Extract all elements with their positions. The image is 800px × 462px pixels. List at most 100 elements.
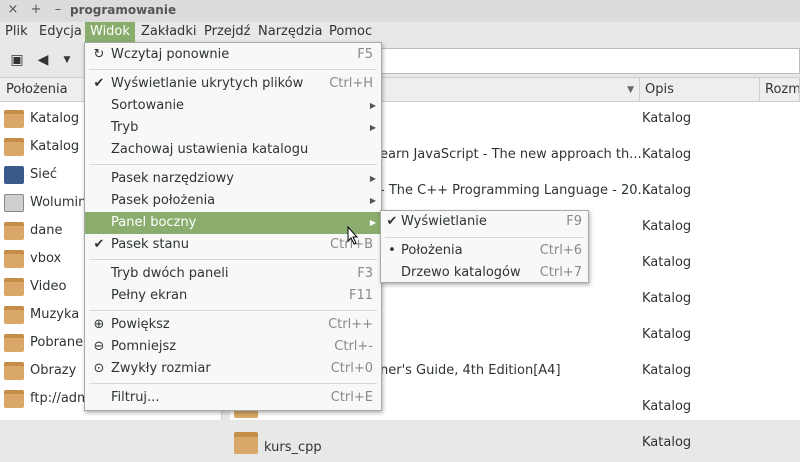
sidebar-item-label: Sieć	[30, 167, 58, 182]
sidebar-item-label: Wolumin	[30, 195, 87, 210]
column-header-size[interactable]: Rozmi	[760, 78, 800, 102]
file-description: Katalog	[642, 219, 692, 234]
close-icon[interactable]: ×	[6, 3, 20, 17]
view-menu-item-label: Filtruj...	[111, 390, 160, 405]
zoom-in-icon: ⊕	[93, 317, 105, 332]
file-description: Katalog	[642, 255, 692, 270]
file-description: Katalog	[642, 399, 692, 414]
view-menu-item-label: Zwykły rozmiar	[111, 361, 211, 376]
folder-icon	[4, 362, 24, 380]
view-menu-item[interactable]: ✔ Pasek stanu Ctrl+B	[85, 234, 381, 256]
side-panel-submenu-item[interactable]: ✔ Wyświetlanie F9	[381, 211, 588, 233]
view-menu-dropdown: ↻ Wczytaj ponownie F5 ✔ Wyświetlanie ukrytyc…	[84, 42, 382, 411]
network-icon	[4, 166, 24, 184]
menu-separator	[385, 237, 584, 238]
menu-zakladki[interactable]: Zakładki	[136, 22, 201, 42]
view-menu-item[interactable]: ⊙ Zwykły rozmiar Ctrl+0	[85, 358, 381, 380]
view-menu-item-label: Pomniejsz	[111, 339, 177, 354]
view-menu-item[interactable]: Pasek położenia ▶	[85, 190, 381, 212]
side-panel-submenu-accelerator: Ctrl+6	[539, 243, 582, 258]
view-menu-item[interactable]: Pełny ekran F11	[85, 285, 381, 307]
view-menu-item[interactable]: ↻ Wczytaj ponownie F5	[85, 44, 381, 66]
home-folder-icon	[4, 110, 24, 128]
view-menu-item[interactable]: Tryb dwóch paneli F3	[85, 263, 381, 285]
submenu-arrow-icon: ▶	[369, 174, 376, 183]
file-description: Katalog	[642, 147, 692, 162]
file-description: Katalog	[642, 291, 692, 306]
view-menu-item-label: Pasek stanu	[111, 237, 189, 252]
minimize-icon[interactable]: –	[51, 3, 65, 17]
new-tab-icon[interactable]: ▣	[8, 52, 26, 68]
window-title: programowanie	[70, 3, 177, 17]
file-row[interactable]: kurs_cpp Katalog	[230, 426, 800, 462]
sidebar-item-label: Pobrane	[30, 335, 84, 350]
location-bar[interactable]	[374, 48, 800, 74]
view-menu-item[interactable]: Filtruj... Ctrl+E	[85, 387, 381, 409]
sidebar-item-label: Muzyka	[30, 307, 80, 322]
back-arrow-icon[interactable]: ◀	[34, 52, 52, 68]
view-menu-item-label: Pełny ekran	[111, 288, 188, 303]
menu-narzedzia[interactable]: Narzędzia	[253, 22, 328, 42]
menu-edycja[interactable]: Edycja	[34, 22, 87, 42]
sidebar-item-label: Katalog g	[30, 139, 92, 154]
menu-separator	[89, 383, 377, 384]
side-panel-submenu-item[interactable]: Drzewo katalogów Ctrl+7	[381, 262, 588, 284]
file-description: Katalog	[642, 183, 692, 198]
column-header-desc[interactable]: Opis	[640, 78, 760, 102]
view-menu-item-label: Sortowanie	[111, 98, 185, 113]
view-menu-item[interactable]: ⊕ Powiększ Ctrl++	[85, 314, 381, 336]
file-name: earn JavaScript - The new approach th...	[380, 147, 642, 162]
file-description: Katalog	[642, 435, 692, 450]
title-bar: × + – programowanie	[0, 0, 800, 22]
zoom-normal-icon: ⊙	[93, 361, 105, 376]
view-menu-item-label: Wyświetlanie ukrytych plików	[111, 76, 304, 91]
view-menu-item[interactable]: Pasek narzędziowy ▶	[85, 168, 381, 190]
menu-separator	[89, 69, 377, 70]
side-panel-submenu: ✔ Wyświetlanie F9 • Położenia Ctrl+6 Drzewo ka…	[380, 210, 589, 283]
menu-separator	[89, 164, 377, 165]
view-menu-item[interactable]: Panel boczny ▶	[85, 212, 381, 234]
view-menu-item[interactable]: ✔ Wyświetlanie ukrytych plików Ctrl+H	[85, 73, 381, 95]
sidebar-item-label: Obrazy	[30, 363, 77, 378]
maximize-icon[interactable]: +	[29, 3, 43, 17]
view-menu-item-label: Pasek położenia	[111, 193, 216, 208]
menu-pomoc[interactable]: Pomoc	[324, 22, 377, 42]
side-panel-submenu-item[interactable]: • Położenia Ctrl+6	[381, 240, 588, 262]
submenu-arrow-icon: ▶	[369, 196, 376, 205]
view-menu-item-accelerator: Ctrl+H	[329, 76, 373, 91]
file-name: ner's Guide, 4th Edition[A4]	[380, 363, 561, 378]
submenu-arrow-icon: ▶	[369, 123, 376, 132]
side-panel-submenu-label: Położenia	[401, 243, 463, 258]
folder-icon	[234, 432, 258, 454]
menu-widok[interactable]: Widok	[85, 22, 135, 42]
view-menu-item[interactable]: Sortowanie ▶	[85, 95, 381, 117]
view-menu-item[interactable]: Tryb ▶	[85, 117, 381, 139]
sidebar-item-label: Katalog d	[30, 111, 92, 126]
folder-icon	[4, 306, 24, 324]
folder-icon	[4, 334, 24, 352]
view-menu-item-label: Panel boczny	[111, 215, 197, 230]
view-menu-item[interactable]: ⊖ Pomniejsz Ctrl+-	[85, 336, 381, 358]
view-menu-item-accelerator: Ctrl+0	[330, 361, 373, 376]
back-history-dropdown-icon[interactable]: ▼	[58, 52, 76, 68]
menu-separator	[89, 310, 377, 311]
sidebar-item-label: ftp://adm	[30, 391, 90, 406]
view-menu-item-accelerator: Ctrl++	[328, 317, 373, 332]
file-name: - The C++ Programming Language - 20...	[380, 183, 650, 198]
menu-bar: Plik Edycja Widok Zakładki Przejdź Narzę…	[0, 22, 800, 42]
menu-przejdz[interactable]: Przejdź	[199, 22, 255, 42]
menu-separator	[89, 259, 377, 260]
view-menu-item-accelerator: Ctrl+E	[330, 390, 373, 405]
view-menu-item[interactable]: Zachowaj ustawienia katalogu	[85, 139, 381, 161]
sidebar-item-label: vbox	[30, 251, 62, 266]
folder-icon	[4, 222, 24, 240]
view-menu-item-label: Zachowaj ustawienia katalogu	[111, 142, 309, 157]
submenu-arrow-icon: ▶	[369, 218, 376, 227]
sidebar-item-label: Video	[30, 279, 67, 294]
file-description: Katalog	[642, 327, 692, 342]
view-menu-item-accelerator: F5	[357, 47, 373, 62]
check-icon: ✔	[93, 76, 105, 91]
view-menu-item-label: Powiększ	[111, 317, 170, 332]
menu-plik[interactable]: Plik	[0, 22, 33, 42]
side-panel-submenu-label: Drzewo katalogów	[401, 265, 521, 280]
